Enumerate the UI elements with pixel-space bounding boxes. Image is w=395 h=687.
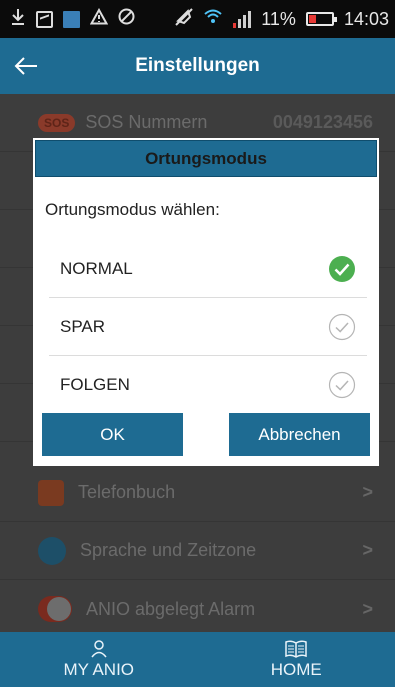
language-icon: [38, 536, 66, 565]
status-left: [10, 7, 135, 31]
app-icon: [63, 10, 80, 28]
chevron-right-icon: >: [362, 598, 373, 619]
page-title: Einstellungen: [135, 55, 260, 76]
phonebook-icon: [38, 479, 64, 506]
bottom-nav: MY ANIO HOME: [0, 632, 395, 687]
cancel-button[interactable]: Abbrechen: [229, 413, 370, 456]
settings-row-alarm[interactable]: ANIO abgelegt Alarm >: [0, 580, 395, 638]
status-time: 14:03: [343, 8, 389, 29]
signal-icon: [233, 10, 252, 28]
settings-row-language[interactable]: Sprache und Zeitzone >: [0, 522, 395, 580]
sos-label: SOS Nummern: [85, 112, 208, 132]
tab-label: MY ANIO: [63, 659, 135, 679]
check-unselected-icon[interactable]: [327, 312, 357, 342]
option-spar[interactable]: SPAR: [49, 298, 367, 356]
wifi-icon: [203, 8, 223, 30]
image-icon: [36, 10, 53, 28]
battery-percent: 11%: [261, 8, 296, 29]
option-label: NORMAL: [60, 258, 133, 278]
arrow-left-icon[interactable]: [6, 48, 46, 84]
ok-button[interactable]: OK: [42, 413, 183, 456]
tab-label: HOME: [270, 659, 322, 679]
status-right: 11% 14:03: [175, 7, 389, 31]
status-bar: 11% 14:03: [0, 0, 395, 38]
chevron-right-icon: >: [362, 540, 373, 560]
warning-icon: [89, 7, 109, 30]
dialog-prompt: Ortungsmodus wählen:: [45, 200, 220, 219]
location-mode-dialog: Ortungsmodus Ortungsmodus wählen: NORMAL…: [33, 138, 379, 466]
blocked-icon: [118, 8, 135, 30]
app-bar: Einstellungen: [0, 38, 395, 94]
book-icon: [285, 639, 307, 658]
settings-row-phonebook[interactable]: Telefonbuch >: [0, 464, 395, 522]
option-label: FOLGEN: [60, 375, 130, 394]
sos-value: 0049123456: [272, 112, 373, 132]
tab-my-anio[interactable]: MY ANIO: [0, 632, 198, 687]
battery-icon: [305, 12, 337, 26]
option-normal[interactable]: NORMAL: [49, 240, 367, 298]
toggle-icon[interactable]: [38, 596, 72, 622]
dialog-title: Ortungsmodus: [35, 140, 377, 177]
sos-badge: SOS: [38, 113, 76, 132]
option-label: SPAR: [60, 316, 106, 336]
check-selected-icon[interactable]: [327, 254, 357, 284]
settings-row-label: Telefonbuch: [78, 482, 176, 502]
settings-row-label: ANIO abgelegt Alarm: [86, 598, 256, 619]
settings-row-label: Sprache und Zeitzone: [80, 540, 257, 560]
tab-home[interactable]: HOME: [198, 632, 395, 687]
option-folgen[interactable]: FOLGEN: [49, 356, 367, 414]
chevron-right-icon: >: [362, 482, 373, 502]
download-icon: [10, 8, 26, 31]
person-icon: [91, 639, 107, 658]
check-unselected-icon[interactable]: [327, 370, 357, 400]
mute-icon: [175, 7, 193, 31]
